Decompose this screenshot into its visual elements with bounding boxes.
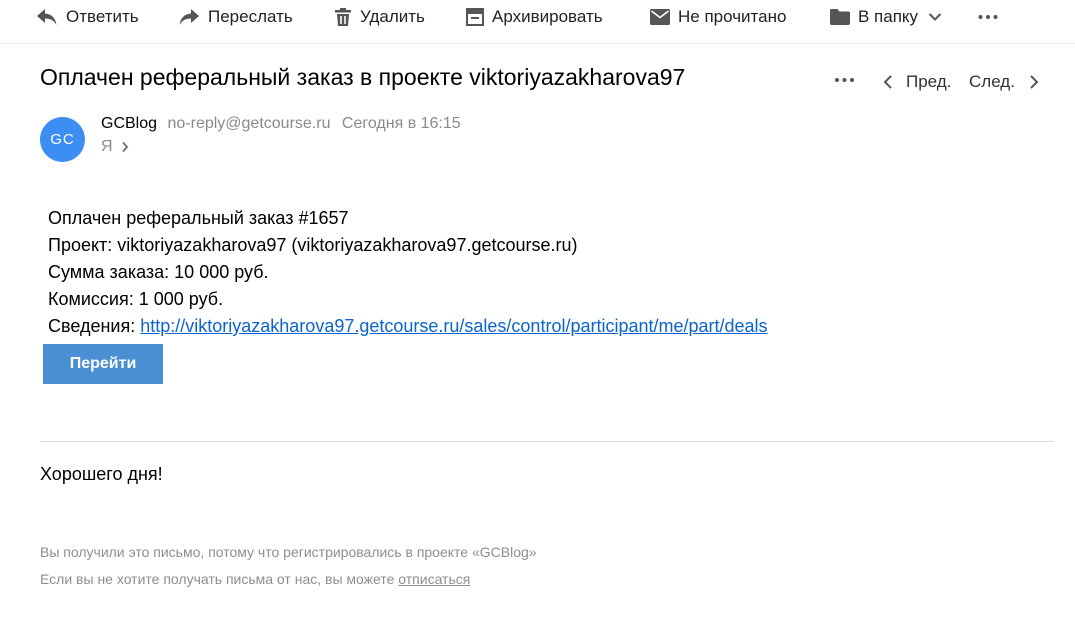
message-body: Оплачен реферальный заказ #1657 Проект: … (48, 205, 768, 340)
forward-label: Переслать (208, 7, 293, 26)
chevron-right-icon (121, 141, 128, 153)
toolbar-more-button[interactable] (978, 5, 998, 29)
recipient-name: Я (101, 138, 113, 155)
forward-icon (179, 9, 199, 25)
details-link[interactable]: http://viktoriyazakharova97.getcourse.ru… (140, 316, 767, 336)
message-more-button[interactable] (832, 70, 858, 90)
move-to-folder-button[interactable]: В папку (830, 5, 942, 29)
body-line-details: Сведения: http://viktoriyazakharova97.ge… (48, 313, 768, 340)
sender-line: GCBlog no-reply@getcourse.ru Сегодня в 1… (101, 115, 461, 133)
sender-email[interactable]: no-reply@getcourse.ru (167, 115, 330, 132)
reply-label: Ответить (66, 7, 139, 26)
forward-button[interactable]: Переслать (178, 5, 293, 29)
avatar[interactable]: GC (40, 117, 85, 162)
divider (40, 441, 1054, 442)
prev-message-label: Пред. (906, 72, 952, 91)
message-footer: Вы получили это письмо, потому что регис… (40, 539, 537, 593)
prev-message-button[interactable]: Пред. (883, 71, 951, 93)
next-message-label: След. (969, 72, 1015, 91)
recipient-toggle[interactable]: Я (101, 138, 129, 156)
more-icon (978, 15, 998, 19)
go-button[interactable]: Перейти (43, 344, 163, 384)
footer-unsubscribe-text: Если вы не хотите получать письма от нас… (40, 571, 399, 587)
chevron-left-icon (883, 75, 892, 89)
details-label: Сведения: (48, 316, 141, 336)
message-date: Сегодня в 16:15 (341, 115, 461, 132)
archive-label: Архивировать (492, 7, 603, 26)
next-message-button[interactable]: След. (969, 71, 1039, 93)
archive-button[interactable]: Архивировать (466, 5, 603, 29)
body-line-commission: Комиссия: 1 000 руб. (48, 289, 224, 309)
footer-registration-note: Вы получили это письмо, потому что регис… (40, 544, 537, 560)
unsubscribe-link[interactable]: отписаться (398, 571, 470, 587)
mark-unread-button[interactable]: Не прочитано (650, 5, 786, 29)
greeting-text: Хорошего дня! (40, 464, 163, 484)
move-to-folder-label: В папку (858, 7, 919, 26)
trash-icon (335, 8, 351, 26)
chevron-down-icon (928, 13, 942, 21)
delete-button[interactable]: Удалить (334, 5, 425, 29)
message-subject: Оплачен реферальный заказ в проекте vikt… (40, 64, 686, 90)
envelope-icon (650, 9, 670, 25)
body-line-order: Оплачен реферальный заказ #1657 (48, 208, 349, 228)
reply-icon (37, 9, 57, 25)
archive-icon (466, 8, 484, 26)
delete-label: Удалить (360, 7, 425, 26)
more-icon (835, 78, 854, 82)
chevron-right-icon (1030, 75, 1039, 89)
folder-icon (830, 9, 850, 25)
message-toolbar: Ответить Переслать Удалить Архивировать … (0, 0, 1075, 44)
sender-name[interactable]: GCBlog (101, 115, 157, 132)
body-line-sum: Сумма заказа: 10 000 руб. (48, 262, 269, 282)
mark-unread-label: Не прочитано (678, 7, 787, 26)
footer-unsubscribe-line: Если вы не хотите получать письма от нас… (40, 566, 537, 593)
body-line-project: Проект: viktoriyazakharova97 (viktoriyaz… (48, 235, 578, 255)
reply-button[interactable]: Ответить (36, 5, 139, 29)
